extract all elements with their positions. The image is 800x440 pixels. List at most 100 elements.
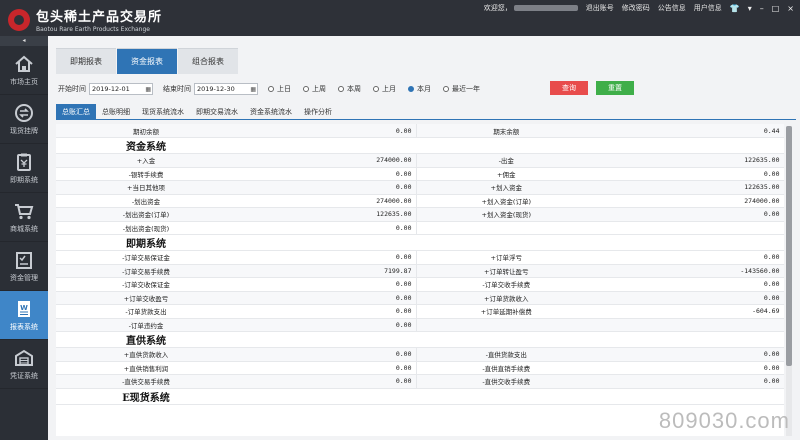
end-date-input[interactable]: 2019-12-30 ▦	[194, 83, 258, 95]
sidebar-item-voucher-system[interactable]: 凭证系统	[0, 340, 48, 389]
row-value: 0.00	[596, 167, 784, 181]
radio-previous-week[interactable]: 上周	[303, 84, 326, 94]
row-value: 0.00	[236, 167, 417, 181]
subtab-ledger-summary[interactable]: 总账汇总	[56, 104, 96, 120]
table-row: +订单交收盈亏 0.00 +订单货款收入 0.00	[56, 291, 784, 305]
logo-icon	[8, 8, 30, 31]
empty-cell	[416, 388, 596, 405]
radio-last-year[interactable]: 最近一年	[443, 84, 480, 94]
row-value: 0.00	[236, 304, 417, 319]
table-row: -划出资金(现货) 0.00	[56, 221, 784, 235]
subtab-spot-flow[interactable]: 现货系统流水	[136, 104, 190, 120]
row-label: +佣金	[416, 167, 596, 181]
table-row: -银转手续费 0.00 +佣金 0.00	[56, 167, 784, 181]
query-button[interactable]: 查询	[550, 81, 588, 95]
row-label: +划入资金	[416, 180, 596, 195]
row-value: 0.00	[236, 277, 417, 292]
radio-icon	[303, 86, 309, 92]
empty-cell	[236, 137, 416, 154]
row-value: 0.00	[236, 250, 417, 265]
section-row: 即期系统	[56, 234, 784, 251]
section-title: 资金系统	[56, 137, 236, 154]
row-value: 0.00	[596, 277, 784, 292]
row-label: +入金	[56, 153, 236, 168]
row-label: 期末余额	[416, 124, 596, 138]
row-value	[596, 318, 784, 332]
sidebar-item-fund-management[interactable]: 资金管理	[0, 242, 48, 291]
row-label: -划出资金(订单)	[56, 207, 236, 222]
empty-cell	[416, 234, 596, 251]
user-info-link[interactable]: 用户信息	[694, 3, 722, 13]
sidebar-item-label: 凭证系统	[10, 371, 38, 380]
top-bar: 包头稀土产品交易所 Baotou Rare Earth Products Exc…	[0, 0, 800, 36]
tab-combined-report[interactable]: 组合报表	[178, 48, 238, 74]
logo-subtitle: Baotou Rare Earth Products Exchange	[36, 26, 150, 33]
warehouse-icon	[15, 349, 33, 366]
logout-link[interactable]: 退出账号	[586, 3, 614, 13]
table-row: +直供货款收入 0.00 -直供货款支出 0.00	[56, 347, 784, 362]
sidebar-item-spot-system[interactable]: 即期系统	[0, 144, 48, 193]
subtab-immediate-flow[interactable]: 即期交易流水	[190, 104, 244, 120]
radio-this-month[interactable]: 本月	[408, 84, 431, 94]
row-label: -银转手续费	[56, 167, 236, 181]
table-row: +当日其他项 0.00 +划入资金 122635.00	[56, 180, 784, 195]
row-value: 0.00	[236, 124, 417, 138]
radio-previous-month[interactable]: 上月	[373, 84, 396, 94]
calendar-icon[interactable]: ▦	[250, 85, 256, 95]
empty-cell	[236, 388, 416, 405]
section-row: 资金系统	[56, 137, 784, 154]
row-value: 122635.00	[596, 153, 784, 168]
row-label: -订单交收手续费	[416, 277, 596, 292]
section-row: 直供系统	[56, 331, 784, 348]
subtab-fund-flow[interactable]: 资金系统流水	[244, 104, 298, 120]
change-password-link[interactable]: 修改密码	[622, 3, 650, 13]
row-value: -604.69	[596, 304, 784, 319]
row-value: 274000.00	[236, 194, 417, 208]
sidebar-item-label: 商城系统	[10, 224, 38, 233]
row-value: 0.00	[236, 347, 417, 362]
announcements-link[interactable]: 公告信息	[658, 3, 686, 13]
row-value: 274000.00	[596, 194, 784, 208]
ledger-table: 期初余额 0.00 期末余额 0.44 资金系统 +入金 274000.00 -出金 12263…	[56, 124, 784, 436]
table-row: -直供交易手续费 0.00 -直供交收手续费 0.00	[56, 374, 784, 389]
row-value: 0.00	[236, 318, 417, 332]
tab-fund-report[interactable]: 资金报表	[117, 48, 177, 74]
subtab-operation-analysis[interactable]: 操作分析	[298, 104, 338, 120]
row-label: -订单货款支出	[56, 304, 236, 319]
row-value: 0.00	[596, 250, 784, 265]
scrollbar-thumb[interactable]	[786, 126, 792, 366]
sidebar-item-market-home[interactable]: 市场主页	[0, 46, 48, 95]
radio-icon	[443, 86, 449, 92]
sidebar-item-spot-listing[interactable]: 现货挂牌	[0, 95, 48, 144]
empty-cell	[596, 388, 784, 405]
row-label	[416, 221, 596, 235]
end-date-label: 结束时间	[163, 85, 191, 93]
calendar-icon[interactable]: ▦	[145, 85, 151, 95]
sidebar-item-mall-system[interactable]: 商城系统	[0, 193, 48, 242]
row-value	[596, 221, 784, 235]
row-label: -出金	[416, 153, 596, 168]
row-value: 0.00	[596, 207, 784, 222]
close-icon[interactable]: ×	[787, 4, 794, 13]
dropdown-icon[interactable]: ▾	[748, 4, 752, 13]
table-scrollbar[interactable]	[786, 126, 792, 436]
row-value: 0.00	[236, 180, 417, 195]
subtab-ledger-detail[interactable]: 总账明细	[96, 104, 136, 120]
row-label: -直供直销手续费	[416, 361, 596, 375]
tab-spot-report[interactable]: 即期报表	[56, 48, 116, 74]
row-value: 274000.00	[236, 153, 417, 168]
checklist-icon	[16, 251, 32, 269]
clipboard-yen-icon	[17, 153, 31, 171]
shirt-icon[interactable]: 👕	[730, 4, 740, 13]
row-label: +订单转让盈亏	[416, 264, 596, 278]
minimize-icon[interactable]: –	[760, 4, 764, 13]
radio-previous-day[interactable]: 上日	[268, 84, 291, 94]
reset-button[interactable]: 重置	[596, 81, 634, 95]
row-label: +直供货款收入	[56, 347, 236, 362]
radio-this-week[interactable]: 本周	[338, 84, 361, 94]
row-label: -订单交收保证金	[56, 277, 236, 292]
maximize-icon[interactable]: □	[772, 4, 780, 13]
sidebar-collapse-button[interactable]: ◂	[0, 36, 48, 46]
start-date-input[interactable]: 2019-12-01 ▦	[89, 83, 153, 95]
sidebar-item-report-system[interactable]: W 报表系统	[0, 291, 48, 340]
